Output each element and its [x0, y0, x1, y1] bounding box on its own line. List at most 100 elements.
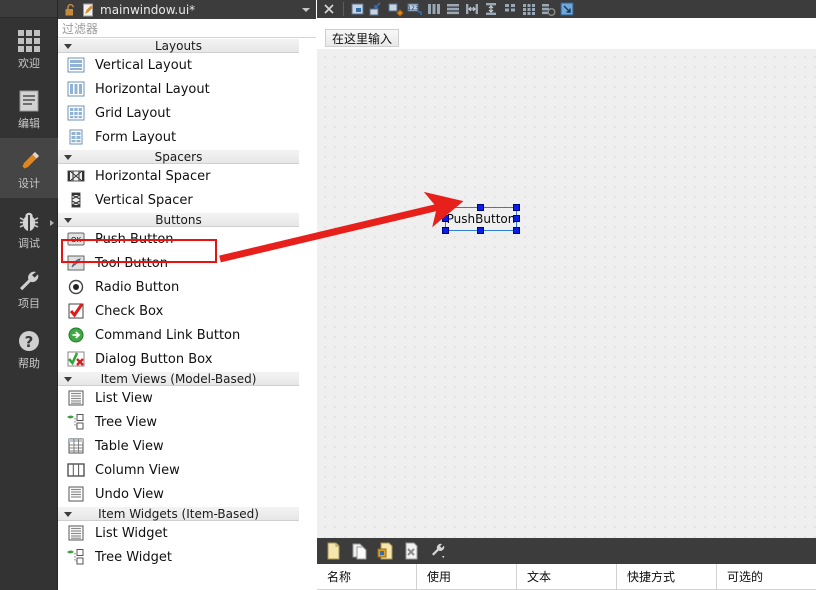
- undo-view-icon: [68, 486, 84, 502]
- resize-handle-s[interactable]: [477, 227, 484, 234]
- mode-item-help[interactable]: ? 帮助: [0, 318, 58, 378]
- mode-label-help: 帮助: [18, 356, 40, 370]
- column-header-checkable[interactable]: 可选的: [717, 564, 816, 590]
- edit-widgets-icon[interactable]: [350, 1, 366, 17]
- copy-action-icon[interactable]: [351, 542, 369, 560]
- widget-item-radio-button[interactable]: Radio Button: [58, 275, 299, 299]
- column-header-used[interactable]: 使用: [417, 563, 517, 590]
- mode-item-welcome[interactable]: 欢迎: [0, 18, 58, 78]
- mode-item-edit[interactable]: 编辑: [0, 78, 58, 138]
- edit-tab-order-icon[interactable]: 123: [407, 1, 423, 17]
- widget-item-label: Table View: [95, 438, 164, 454]
- widget-item-command-link-button[interactable]: Command Link Button: [58, 323, 299, 347]
- widget-item-label: Vertical Spacer: [95, 192, 193, 208]
- column-header-shortcut[interactable]: 快捷方式: [617, 563, 717, 590]
- layout-grid-icon[interactable]: [521, 1, 537, 17]
- chevron-down-icon[interactable]: [302, 7, 310, 12]
- widget-group-item-widgets[interactable]: Item Widgets (Item-Based): [58, 506, 299, 521]
- form-layout-icon: [69, 129, 83, 145]
- widget-item-column-view[interactable]: Column View: [58, 458, 299, 482]
- push-button-icon: OK: [67, 232, 85, 246]
- widget-group-item-views[interactable]: Item Views (Model-Based): [58, 371, 299, 386]
- widget-item-label: Column View: [95, 462, 180, 478]
- widget-item-tree-view[interactable]: Tree View: [58, 410, 299, 434]
- resize-handle-w[interactable]: [442, 215, 449, 222]
- edit-action-icon[interactable]: [377, 542, 395, 560]
- widget-item-vertical-spacer[interactable]: Vertical Spacer: [58, 188, 299, 212]
- action-editor-toolbar: [317, 538, 816, 564]
- mode-label-welcome: 欢迎: [18, 56, 40, 70]
- widget-item-label: Vertical Layout: [95, 57, 192, 73]
- widget-item-list-view[interactable]: List View: [58, 386, 299, 410]
- layout-splitter-horizontal-icon[interactable]: [464, 1, 480, 17]
- widget-item-dialog-button-box[interactable]: Dialog Button Box: [58, 347, 299, 371]
- svg-text:123: 123: [407, 5, 419, 12]
- widget-group-label: Buttons: [155, 212, 202, 227]
- widget-item-undo-view[interactable]: Undo View: [58, 482, 299, 506]
- resize-handle-se[interactable]: [513, 227, 520, 234]
- resize-handle-e[interactable]: [513, 215, 520, 222]
- bug-icon: [19, 212, 39, 231]
- widget-item-push-button[interactable]: OK Push Button: [58, 227, 299, 251]
- tree-view-icon: [67, 414, 84, 430]
- layout-form-icon[interactable]: [502, 1, 518, 17]
- widget-item-label: Form Layout: [95, 129, 177, 145]
- widget-box-title: mainwindow.ui*: [100, 2, 196, 17]
- unlocked-padlock-icon[interactable]: [64, 3, 77, 17]
- tool-button-icon: [67, 255, 85, 271]
- edit-buddies-icon[interactable]: [388, 1, 404, 17]
- widget-group-buttons[interactable]: Buttons: [58, 212, 299, 227]
- column-header-name[interactable]: 名称: [317, 563, 417, 590]
- new-action-icon[interactable]: [325, 542, 343, 560]
- qt-designer-window: 欢迎 编辑 设计 调试 项目 ? 帮助 mainwindow.ui* 过滤器 L…: [0, 0, 816, 590]
- widget-item-list-widget[interactable]: List Widget: [58, 521, 299, 545]
- document-lines-icon: [19, 90, 39, 111]
- menubar-placeholder-label: 在这里输入: [332, 31, 393, 46]
- edit-signals-slots-icon[interactable]: [369, 1, 385, 17]
- widget-item-horizontal-spacer[interactable]: Horizontal Spacer: [58, 164, 299, 188]
- layout-vertically-icon[interactable]: [445, 1, 461, 17]
- layout-splitter-vertical-icon[interactable]: [483, 1, 499, 17]
- tree-widget-icon: [67, 549, 84, 565]
- resize-handle-ne[interactable]: [513, 204, 520, 211]
- column-header-text[interactable]: 文本: [517, 563, 617, 590]
- grid-layout-icon: [67, 105, 85, 121]
- menubar-type-here[interactable]: 在这里输入: [325, 29, 400, 47]
- mode-item-debug[interactable]: 调试: [0, 198, 58, 258]
- resize-handle-n[interactable]: [477, 204, 484, 211]
- check-box-icon: [68, 303, 84, 319]
- action-editor-panel: 名称 使用 文本 快捷方式 可选的: [317, 538, 816, 590]
- break-layout-icon[interactable]: [540, 1, 556, 17]
- list-view-icon: [68, 390, 84, 406]
- table-view-icon: [68, 438, 84, 454]
- widget-item-tool-button[interactable]: Tool Button: [58, 251, 299, 275]
- mode-debug-expand-arrow-icon[interactable]: [50, 220, 54, 226]
- widget-group-spacers[interactable]: Spacers: [58, 149, 299, 164]
- form-canvas[interactable]: PushButton: [317, 49, 816, 538]
- widget-item-horizontal-layout[interactable]: Horizontal Layout: [58, 77, 299, 101]
- svg-text:?: ?: [25, 333, 34, 351]
- widget-box-list[interactable]: Layouts Vertical Layout Horizontal Layou…: [58, 38, 300, 590]
- widget-item-tree-widget[interactable]: Tree Widget: [58, 545, 299, 569]
- widget-group-layouts[interactable]: Layouts: [58, 38, 299, 53]
- widget-item-check-box[interactable]: Check Box: [58, 299, 299, 323]
- widget-item-table-view[interactable]: Table View: [58, 434, 299, 458]
- widget-box-titlebar: mainwindow.ui*: [58, 0, 316, 19]
- resize-handle-nw[interactable]: [442, 204, 449, 211]
- close-icon[interactable]: [321, 1, 337, 17]
- widget-item-label: Tool Button: [95, 255, 168, 271]
- resize-handle-sw[interactable]: [442, 227, 449, 234]
- mode-item-projects[interactable]: 项目: [0, 258, 58, 318]
- widget-item-grid-layout[interactable]: Grid Layout: [58, 101, 299, 125]
- configure-wrench-icon[interactable]: [429, 542, 447, 560]
- pushbutton-widget[interactable]: PushButton: [442, 204, 520, 234]
- widget-item-form-layout[interactable]: Form Layout: [58, 125, 299, 149]
- adjust-size-icon[interactable]: [559, 1, 575, 17]
- layout-horizontally-icon[interactable]: [426, 1, 442, 17]
- delete-action-icon[interactable]: [403, 542, 421, 560]
- mode-item-design[interactable]: 设计: [0, 138, 58, 198]
- ui-file-pencil-icon[interactable]: [82, 3, 95, 17]
- widget-item-label: Tree Widget: [95, 549, 172, 565]
- widget-filter-field[interactable]: 过滤器: [58, 19, 316, 38]
- widget-item-vertical-layout[interactable]: Vertical Layout: [58, 53, 299, 77]
